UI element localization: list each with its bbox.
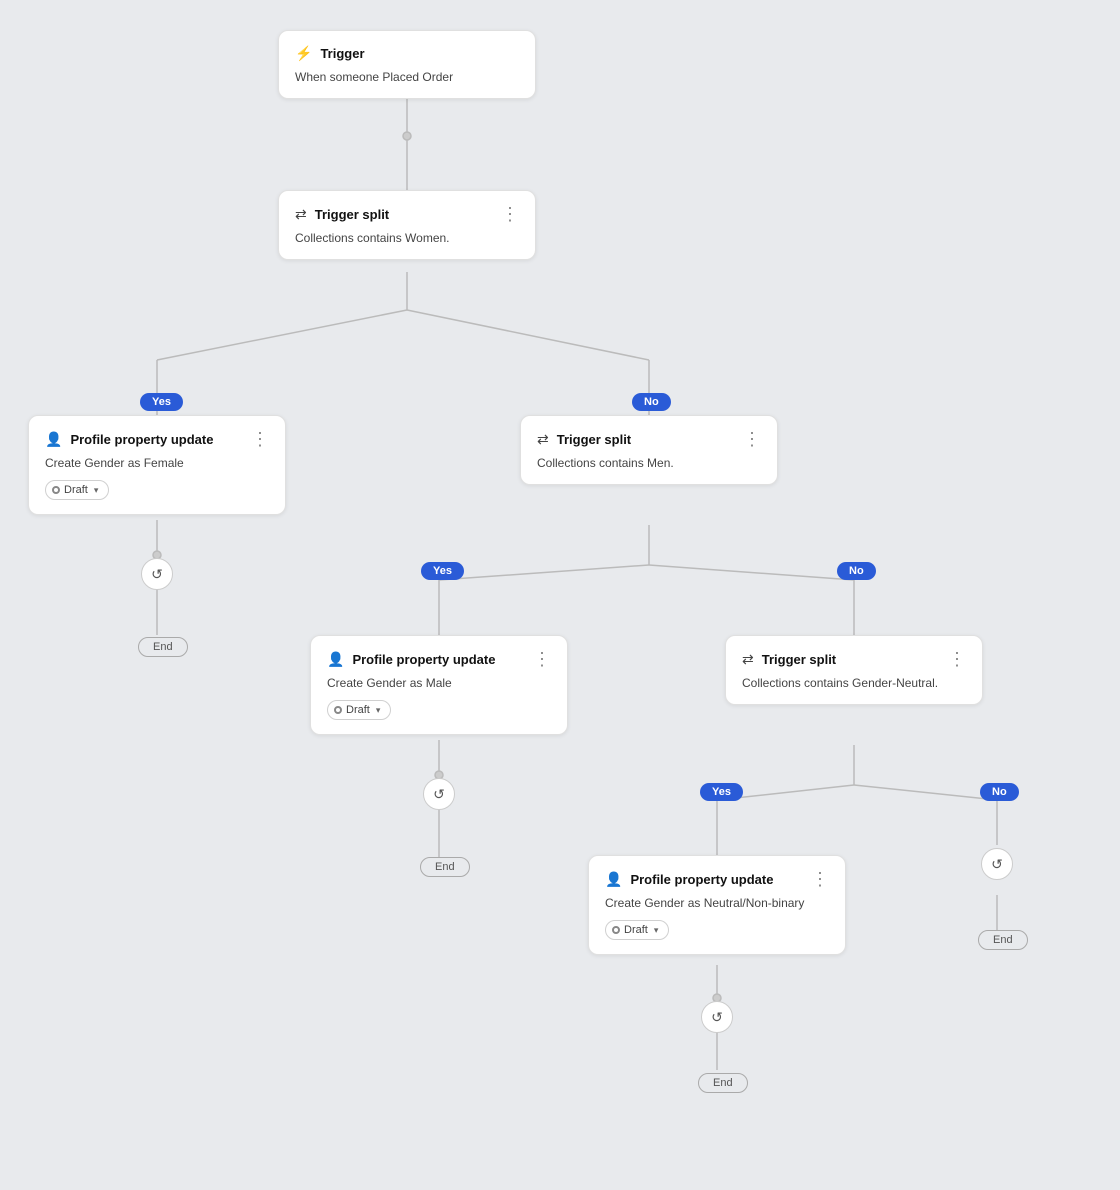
draft-label-female: Draft bbox=[64, 484, 88, 496]
profile-male-menu[interactable]: ⋮ bbox=[533, 650, 551, 668]
trigger-split-1-menu[interactable]: ⋮ bbox=[501, 205, 519, 223]
trigger-split-2-subtitle: Collections contains Men. bbox=[537, 456, 761, 470]
person-icon-female: 👤 bbox=[45, 431, 62, 448]
profile-neutral-header: 👤 Profile property update ⋮ bbox=[605, 870, 829, 888]
split-icon-2: ⇄ bbox=[537, 431, 549, 448]
trigger-split-3-header: ⇄ Trigger split ⋮ bbox=[742, 650, 966, 668]
trigger-split-1-title: Trigger split bbox=[315, 207, 389, 222]
trigger-split-3-menu[interactable]: ⋮ bbox=[948, 650, 966, 668]
trigger-split-3-title: Trigger split bbox=[762, 652, 836, 667]
yes-badge-neutral: Yes bbox=[700, 783, 743, 801]
trigger-card[interactable]: ⚡ Trigger When someone Placed Order bbox=[278, 30, 536, 99]
connector-lines bbox=[0, 0, 1120, 1190]
no-badge-split2: No bbox=[632, 393, 671, 411]
trigger-split-2-card[interactable]: ⇄ Trigger split ⋮ Collections contains M… bbox=[520, 415, 778, 485]
profile-male-header: 👤 Profile property update ⋮ bbox=[327, 650, 551, 668]
draft-label-neutral: Draft bbox=[624, 924, 648, 936]
trigger-split-1-card[interactable]: ⇄ Trigger split ⋮ Collections contains W… bbox=[278, 190, 536, 260]
profile-female-menu[interactable]: ⋮ bbox=[251, 430, 269, 448]
yes-badge-male: Yes bbox=[421, 562, 464, 580]
draft-dot-female bbox=[52, 486, 60, 494]
profile-male-draft-badge[interactable]: Draft ▾ bbox=[327, 700, 391, 720]
profile-neutral-card[interactable]: 👤 Profile property update ⋮ Create Gende… bbox=[588, 855, 846, 955]
draft-dot-neutral bbox=[612, 926, 620, 934]
person-icon-male: 👤 bbox=[327, 651, 344, 668]
workflow-canvas: ⚡ Trigger When someone Placed Order ⇄ Tr… bbox=[0, 0, 1120, 1190]
end-node-male: End bbox=[420, 857, 470, 877]
draft-dot-male bbox=[334, 706, 342, 714]
trigger-subtitle: When someone Placed Order bbox=[295, 70, 519, 84]
trigger-title: Trigger bbox=[320, 46, 364, 61]
split-icon-1: ⇄ bbox=[295, 206, 307, 223]
profile-female-card[interactable]: 👤 Profile property update ⋮ Create Gende… bbox=[28, 415, 286, 515]
trigger-split-3-subtitle: Collections contains Gender-Neutral. bbox=[742, 676, 966, 690]
person-icon-neutral: 👤 bbox=[605, 871, 622, 888]
chevron-male: ▾ bbox=[376, 705, 381, 716]
draft-label-male: Draft bbox=[346, 704, 370, 716]
profile-male-title: Profile property update bbox=[352, 652, 495, 667]
trigger-split-1-subtitle: Collections contains Women. bbox=[295, 231, 519, 245]
yes-badge-female: Yes bbox=[140, 393, 183, 411]
chevron-female: ▾ bbox=[94, 485, 99, 496]
trigger-split-2-menu[interactable]: ⋮ bbox=[743, 430, 761, 448]
end-node-neutral: End bbox=[698, 1073, 748, 1093]
profile-male-subtitle: Create Gender as Male bbox=[327, 676, 551, 690]
loop-node-female: ↺ bbox=[141, 558, 173, 590]
profile-neutral-draft-badge[interactable]: Draft ▾ bbox=[605, 920, 669, 940]
loop-node-neutral: ↺ bbox=[701, 1001, 733, 1033]
profile-female-draft-badge[interactable]: Draft ▾ bbox=[45, 480, 109, 500]
trigger-icon: ⚡ bbox=[295, 45, 312, 62]
loop-node-male: ↺ bbox=[423, 778, 455, 810]
no-badge-split3: No bbox=[837, 562, 876, 580]
end-node-right: End bbox=[978, 930, 1028, 950]
trigger-split-1-header: ⇄ Trigger split ⋮ bbox=[295, 205, 519, 223]
profile-female-header: 👤 Profile property update ⋮ bbox=[45, 430, 269, 448]
profile-male-card[interactable]: 👤 Profile property update ⋮ Create Gende… bbox=[310, 635, 568, 735]
trigger-header: ⚡ Trigger bbox=[295, 45, 519, 62]
trigger-split-2-header: ⇄ Trigger split ⋮ bbox=[537, 430, 761, 448]
trigger-split-3-card[interactable]: ⇄ Trigger split ⋮ Collections contains G… bbox=[725, 635, 983, 705]
no-badge-right: No bbox=[980, 783, 1019, 801]
profile-neutral-menu[interactable]: ⋮ bbox=[811, 870, 829, 888]
trigger-split-2-title: Trigger split bbox=[557, 432, 631, 447]
loop-node-right: ↺ bbox=[981, 848, 1013, 880]
end-node-female: End bbox=[138, 637, 188, 657]
profile-neutral-subtitle: Create Gender as Neutral/Non-binary bbox=[605, 896, 829, 910]
split-icon-3: ⇄ bbox=[742, 651, 754, 668]
profile-neutral-title: Profile property update bbox=[630, 872, 773, 887]
profile-female-title: Profile property update bbox=[70, 432, 213, 447]
profile-female-subtitle: Create Gender as Female bbox=[45, 456, 269, 470]
chevron-neutral: ▾ bbox=[654, 925, 659, 936]
